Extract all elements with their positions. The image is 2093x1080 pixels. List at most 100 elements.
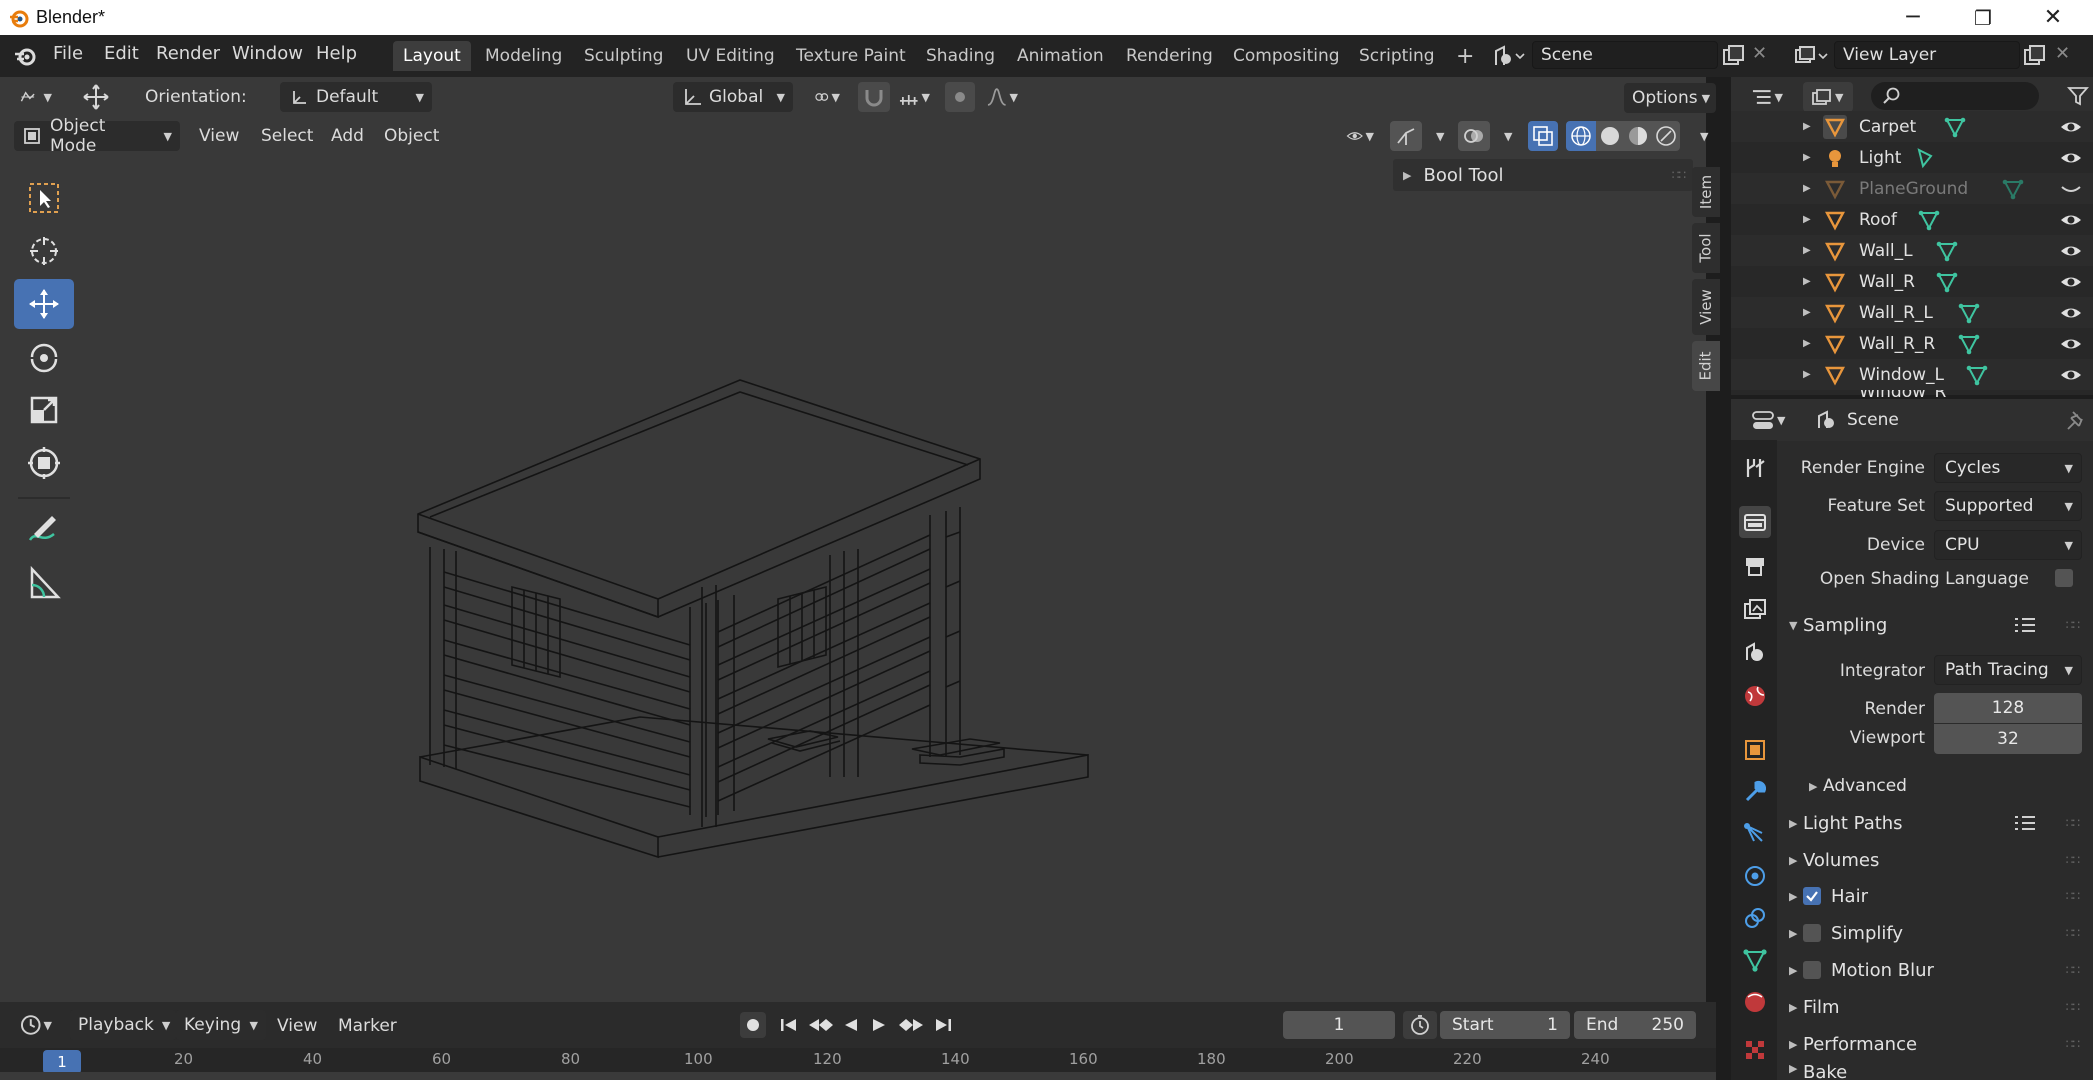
outliner-item-wall-r-l[interactable]: ▶ Wall_R_L — [1731, 297, 2093, 328]
drag-handle-icon[interactable]: ∷∷ — [1672, 168, 1686, 182]
timeline-marker-menu[interactable]: Marker — [338, 1016, 397, 1036]
tab-constraints[interactable] — [1739, 902, 1771, 934]
play-reverse-button[interactable] — [838, 1012, 864, 1038]
tab-scene[interactable] — [1739, 636, 1771, 668]
presets-list-icon[interactable] — [2013, 813, 2037, 833]
menu-render[interactable]: Render — [156, 43, 220, 64]
transform-orientation-dropdown[interactable]: Global ▼ — [673, 82, 793, 112]
mesh-data-icon[interactable] — [1917, 208, 1941, 232]
mesh-data-icon[interactable] — [2001, 177, 2025, 201]
view-layer-selector-icon[interactable] — [1792, 43, 1830, 69]
expand-arrow-icon[interactable]: ▶ — [1803, 121, 1811, 132]
tab-tool[interactable]: Tool — [1692, 223, 1720, 273]
outliner-item-wall-r-r[interactable]: ▶ Wall_R_R — [1731, 328, 2093, 359]
play-button[interactable] — [866, 1012, 892, 1038]
mesh-data-icon[interactable] — [1957, 332, 1981, 356]
prev-keyframe-button[interactable] — [806, 1012, 836, 1038]
options-dropdown[interactable]: Options ▼ — [1624, 83, 1716, 113]
add-menu[interactable]: Add — [331, 126, 364, 146]
tab-view-layer[interactable] — [1739, 593, 1771, 625]
osl-checkbox[interactable] — [2055, 569, 2073, 587]
object-menu[interactable]: Object — [384, 126, 439, 146]
select-box-tool[interactable] — [14, 173, 74, 223]
tab-particles[interactable] — [1739, 818, 1771, 850]
drag-handle-icon[interactable]: ∷∷ — [2066, 926, 2080, 940]
tab-texture-paint[interactable]: Texture Paint — [786, 41, 916, 71]
gizmo-toggle[interactable] — [1390, 121, 1422, 151]
current-frame-field[interactable]: 1 — [1283, 1011, 1395, 1039]
material-preview-button[interactable] — [1624, 121, 1652, 151]
visibility-eye-icon[interactable] — [2059, 270, 2083, 294]
playback-dropdown[interactable]: Playback ▼ — [70, 1010, 176, 1040]
tab-modeling[interactable]: Modeling — [475, 41, 572, 71]
simplify-panel-header[interactable]: ▶ Simplify ∷∷ — [1781, 915, 2087, 951]
timeline-view-menu[interactable]: View — [277, 1016, 317, 1036]
outliner-editor-type-dropdown[interactable]: ▼ — [1743, 82, 1791, 112]
tab-modifiers[interactable] — [1739, 776, 1771, 808]
expand-arrow-icon[interactable]: ▶ — [1803, 338, 1811, 349]
performance-panel-header[interactable]: ▶ Performance ∷∷ — [1781, 1026, 2087, 1062]
hair-panel-header[interactable]: ▶ Hair ∷∷ — [1781, 878, 2087, 914]
mesh-data-icon[interactable] — [1935, 239, 1959, 263]
tab-material[interactable] — [1739, 986, 1771, 1018]
menu-edit[interactable]: Edit — [104, 43, 139, 64]
visibility-eye-icon[interactable] — [2059, 239, 2083, 263]
annotate-tool[interactable] — [14, 505, 74, 555]
tab-animation[interactable]: Animation — [1007, 41, 1114, 71]
visibility-eye-icon[interactable] — [2059, 146, 2083, 170]
expand-arrow-icon[interactable]: ▶ — [1803, 152, 1811, 163]
visibility-eye-icon[interactable] — [2059, 332, 2083, 356]
simplify-checkbox[interactable] — [1803, 924, 1821, 942]
drag-handle-icon[interactable]: ∷∷ — [2066, 963, 2080, 977]
advanced-subpanel-header[interactable]: ▶ Advanced — [1801, 768, 2087, 804]
film-panel-header[interactable]: ▶ Film ∷∷ — [1781, 989, 2087, 1025]
move-tool[interactable] — [14, 279, 74, 329]
render-engine-dropdown[interactable]: Cycles ▼ — [1934, 453, 2082, 483]
outliner-item-wall-l[interactable]: ▶ Wall_L — [1731, 235, 2093, 266]
measure-tool[interactable] — [14, 558, 74, 608]
expand-arrow-icon[interactable]: ▶ — [1803, 245, 1811, 256]
snap-toggle[interactable] — [858, 82, 890, 112]
tab-object-data[interactable] — [1739, 944, 1771, 976]
blender-menu-icon[interactable] — [12, 44, 38, 68]
outliner-item-roof[interactable]: ▶ Roof — [1731, 204, 2093, 235]
keying-dropdown[interactable]: Keying ▼ — [176, 1010, 266, 1040]
integrator-dropdown[interactable]: Path Tracing ▼ — [1934, 655, 2082, 685]
tab-output[interactable] — [1739, 550, 1771, 582]
visibility-eye-icon[interactable] — [2059, 115, 2083, 139]
tab-rendering[interactable]: Rendering — [1116, 41, 1223, 71]
drag-handle-icon[interactable]: ∷∷ — [2066, 889, 2080, 903]
drag-handle-icon[interactable]: ∷∷ — [2066, 618, 2080, 632]
wireframe-shading-button[interactable] — [1566, 121, 1596, 151]
tab-compositing[interactable]: Compositing — [1223, 41, 1350, 71]
scene-selector-icon[interactable] — [1490, 43, 1526, 69]
mesh-data-icon[interactable] — [1943, 115, 1967, 139]
move-tool-icon[interactable] — [78, 82, 114, 112]
rotate-tool[interactable] — [14, 332, 74, 382]
drag-handle-icon[interactable]: ∷∷ — [2066, 816, 2080, 830]
expand-arrow-icon[interactable]: ▶ — [1803, 369, 1811, 380]
overlays-toggle[interactable] — [1458, 121, 1490, 151]
delete-view-layer-icon[interactable]: ✕ — [2055, 43, 2070, 64]
volumes-panel-header[interactable]: ▶ Volumes ∷∷ — [1781, 842, 2087, 878]
jump-start-button[interactable] — [776, 1012, 802, 1038]
tab-sculpting[interactable]: Sculpting — [574, 41, 673, 71]
jump-end-button[interactable] — [930, 1012, 956, 1038]
motion-blur-checkbox[interactable] — [1803, 961, 1821, 979]
maximize-button[interactable]: ❐ — [1953, 0, 2013, 35]
proportional-falloff-dropdown[interactable]: ▼ — [978, 82, 1026, 112]
motion-blur-panel-header[interactable]: ▶ Motion Blur ∷∷ — [1781, 952, 2087, 988]
bool-tool-panel-header[interactable]: ▶ Bool Tool ∷∷ — [1393, 159, 1693, 191]
end-frame-field[interactable]: End 250 — [1574, 1011, 1696, 1039]
cursor-tool[interactable] — [14, 226, 74, 276]
viewport-samples-field[interactable]: 32 — [1934, 724, 2082, 754]
bake-panel-header[interactable]: ▶ Bake — [1781, 1062, 2087, 1080]
scale-tool[interactable] — [14, 385, 74, 435]
outliner-item-planeground[interactable]: ▶ PlaneGround — [1731, 173, 2093, 204]
tab-shading[interactable]: Shading — [916, 41, 1005, 71]
editor-type-dropdown[interactable]: ▼ — [12, 82, 60, 112]
menu-window[interactable]: Window — [232, 43, 303, 64]
menu-help[interactable]: Help — [316, 43, 357, 64]
feature-set-dropdown[interactable]: Supported ▼ — [1934, 491, 2082, 521]
house-wireframe-model[interactable] — [400, 287, 1120, 877]
